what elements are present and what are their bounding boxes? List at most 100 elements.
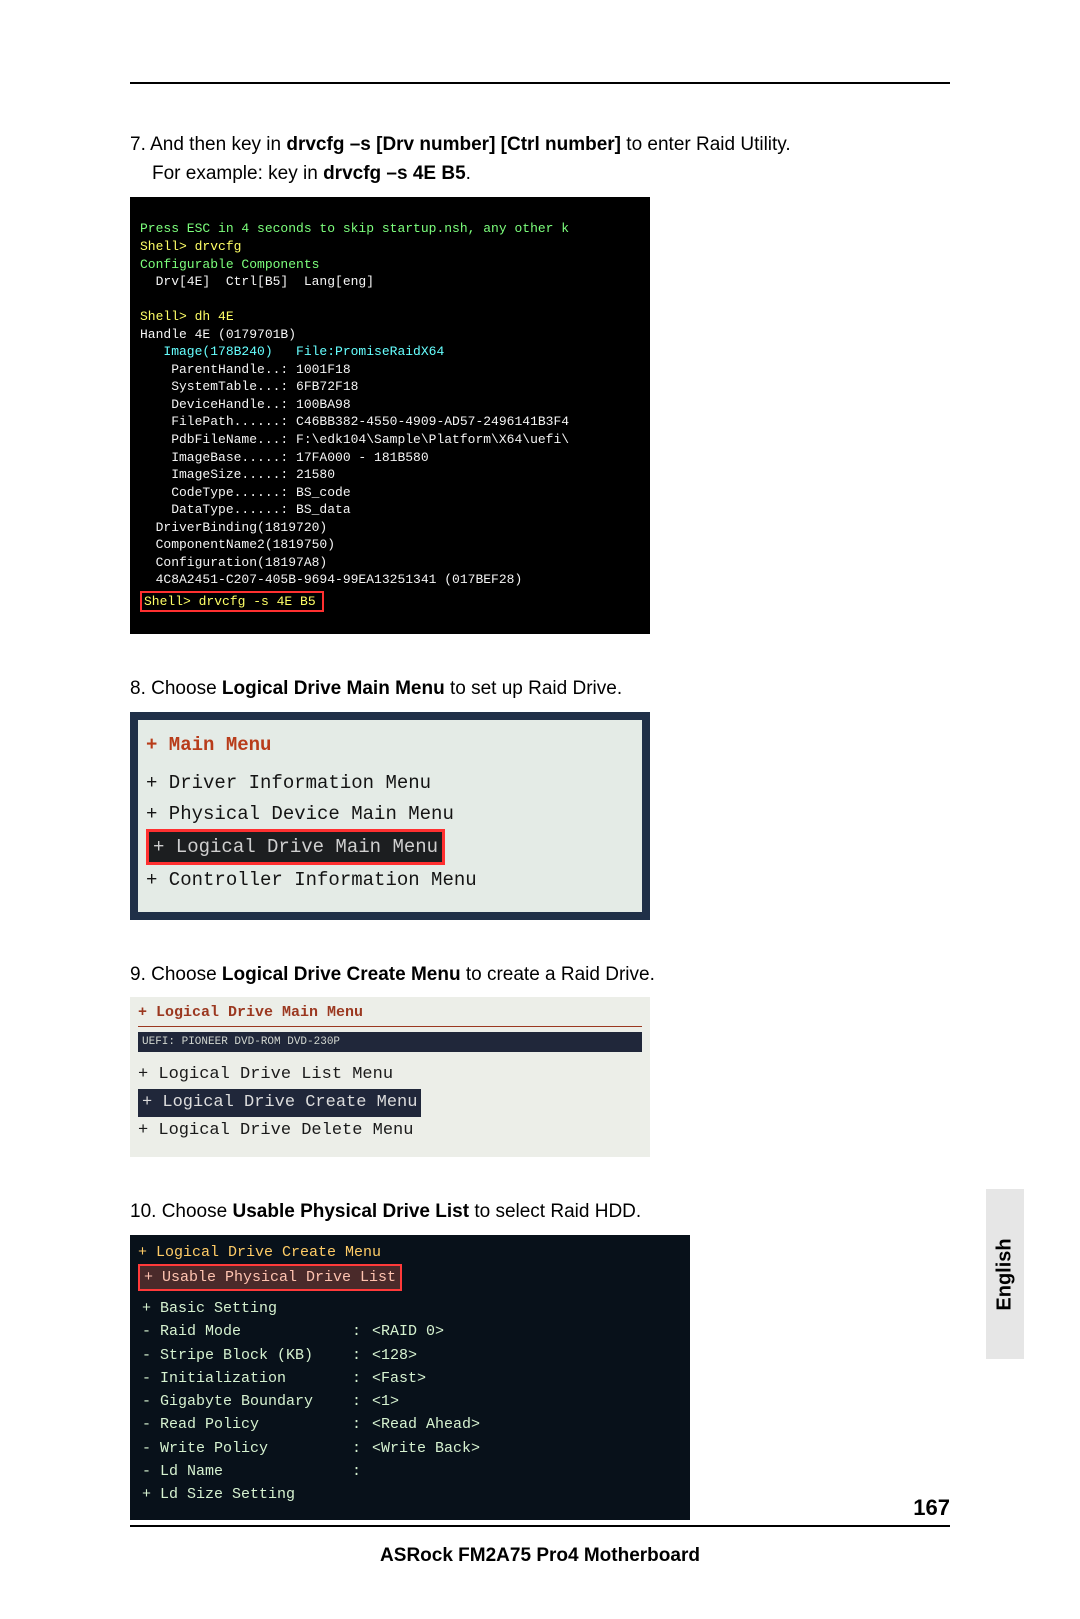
menu-bold: Logical Drive Create Menu [222, 964, 461, 985]
shell-line: SystemTable...: 6FB72F18 [140, 379, 358, 394]
shell-line: ImageSize.....: 21580 [140, 467, 335, 482]
step-number: 10. [130, 1201, 156, 1222]
settings-row: - Raid Mode:<RAID 0> [138, 1320, 508, 1343]
setting-value: <RAID 0> [368, 1320, 508, 1343]
menu-item-selected: + Logical Drive Create Menu [138, 1089, 421, 1117]
highlighted-cmd: Shell> drvcfg -s 4E B5 [140, 591, 324, 613]
step-10: 10. Choose Usable Physical Drive List to… [130, 1197, 950, 1226]
shell-line: Shell> dh 4E [140, 309, 234, 324]
shell-line: DriverBinding(1819720) [140, 520, 327, 535]
shell-line: 4C8A2451-C207-405B-9694-99EA13251341 (01… [140, 572, 522, 587]
menu-bold: Usable Physical Drive List [232, 1201, 469, 1222]
text: And then key in [150, 134, 286, 155]
language-tab: English [986, 1189, 1024, 1359]
screenshot-main-menu: + Main Menu + Driver Information Menu + … [130, 712, 950, 920]
text: For example: key in [152, 163, 323, 184]
setting-value: <Fast> [368, 1367, 508, 1390]
shell-line: Image(178B240) File:PromiseRaidX64 [140, 344, 444, 359]
step-7: 7. And then key in drvcfg –s [Drv number… [130, 130, 950, 189]
uefi-shell: Press ESC in 4 seconds to skip startup.n… [130, 197, 650, 635]
setting-label: - Read Policy [138, 1413, 348, 1436]
menu-item-selected: + Logical Drive Main Menu [146, 829, 445, 865]
shell-line: Configuration(18197A8) [140, 555, 327, 570]
step-number: 7. [130, 134, 146, 155]
menu-bold: Logical Drive Main Menu [222, 678, 445, 699]
menu-item: + Driver Information Menu [146, 768, 634, 798]
shell-line: CodeType......: BS_code [140, 485, 351, 500]
setting-value: <Read Ahead> [368, 1413, 508, 1436]
setting-value: <128> [368, 1344, 508, 1367]
text: Choose [151, 964, 222, 985]
setting-value: <Write Back> [368, 1437, 508, 1460]
settings-row: - Initialization:<Fast> [138, 1367, 508, 1390]
menu-title: + Logical Drive Create Menu [138, 1241, 682, 1264]
setting-label: - Write Policy [138, 1437, 348, 1460]
setting-colon: : [348, 1367, 368, 1390]
text: to enter Raid Utility. [621, 134, 791, 155]
language-label: English [994, 1238, 1017, 1310]
settings-row: - Stripe Block (KB):<128> [138, 1344, 508, 1367]
setting-colon: : [348, 1390, 368, 1413]
text: to select Raid HDD. [469, 1201, 641, 1222]
rule-bottom [130, 1525, 950, 1527]
text: Choose [162, 1201, 233, 1222]
setting-value [368, 1297, 508, 1320]
device-sub: UEFI: PIONEER DVD-ROM DVD-230P [138, 1032, 642, 1052]
shell-line: ParentHandle..: 1001F18 [140, 362, 351, 377]
text: to create a Raid Drive. [461, 964, 655, 985]
menu-title: + Main Menu [146, 730, 634, 760]
setting-colon: : [348, 1344, 368, 1367]
setting-label: - Gigabyte Boundary [138, 1390, 348, 1413]
step-9: 9. Choose Logical Drive Create Menu to c… [130, 960, 950, 989]
settings-row: - Ld Name: [138, 1460, 508, 1483]
settings-row: - Write Policy:<Write Back> [138, 1437, 508, 1460]
manual-page: 7. And then key in drvcfg –s [Drv number… [0, 0, 1080, 1619]
rule-top [130, 82, 950, 84]
logical-drive-menu: + Logical Drive Main Menu UEFI: PIONEER … [130, 997, 650, 1157]
shell-line: PdbFileName...: F:\edk104\Sample\Platfor… [140, 432, 569, 447]
screenshot-shell: Press ESC in 4 seconds to skip startup.n… [130, 197, 950, 635]
menu-item-selected: + Usable Physical Drive List [138, 1264, 402, 1291]
text: . [466, 163, 471, 184]
setting-colon: : [348, 1320, 368, 1343]
step-8: 8. Choose Logical Drive Main Menu to set… [130, 674, 950, 703]
menu-item: + Controller Information Menu [146, 865, 634, 895]
shell-line: ComponentName2(1819750) [140, 537, 335, 552]
page-number: 167 [913, 1495, 950, 1521]
settings-row: - Read Policy:<Read Ahead> [138, 1413, 508, 1436]
menu-item: + Logical Drive List Menu [138, 1061, 642, 1089]
text: Choose [151, 678, 222, 699]
shell-line: Drv[4E] Ctrl[B5] Lang[eng] [140, 274, 374, 289]
setting-label: - Stripe Block (KB) [138, 1344, 348, 1367]
shell-line: DataType......: BS_data [140, 502, 351, 517]
setting-label: + Ld Size Setting [138, 1483, 348, 1506]
cmd-bold: drvcfg –s 4E B5 [323, 163, 466, 184]
page-content: 7. And then key in drvcfg –s [Drv number… [130, 90, 950, 1524]
cmd-bold: drvcfg –s [Drv number] [Ctrl number] [286, 134, 621, 155]
setting-value [368, 1483, 508, 1506]
setting-value [368, 1460, 508, 1483]
shell-line: ImageBase.....: 17FA000 - 181B580 [140, 450, 429, 465]
setting-colon: : [348, 1413, 368, 1436]
step-number: 9. [130, 964, 146, 985]
screenshot-create-menu: + Logical Drive Create Menu + Usable Phy… [130, 1235, 950, 1521]
text: to set up Raid Drive. [445, 678, 622, 699]
setting-colon [348, 1297, 368, 1320]
shell-line: Shell> drvcfg -s 4E B5 [144, 594, 316, 609]
menu-item: + Physical Device Main Menu [146, 799, 634, 829]
menu-title: + Logical Drive Main Menu [138, 1001, 642, 1027]
setting-label: + Basic Setting [138, 1297, 348, 1320]
ld-create-menu: + Logical Drive Create Menu + Usable Phy… [130, 1235, 690, 1521]
footer-title: ASRock FM2A75 Pro4 Motherboard [130, 1545, 950, 1567]
shell-line: DeviceHandle..: 100BA98 [140, 397, 351, 412]
shell-line: Configurable Components [140, 257, 319, 272]
setting-colon: : [348, 1437, 368, 1460]
bios-main-menu: + Main Menu + Driver Information Menu + … [130, 712, 650, 920]
shell-line: Shell> drvcfg [140, 239, 241, 254]
screenshot-ld-menu: + Logical Drive Main Menu UEFI: PIONEER … [130, 997, 950, 1157]
setting-colon: : [348, 1460, 368, 1483]
setting-value: <1> [368, 1390, 508, 1413]
shell-line: Handle 4E (0179701B) [140, 327, 296, 342]
step-number: 8. [130, 678, 146, 699]
shell-line: Press ESC in 4 seconds to skip startup.n… [140, 221, 569, 236]
